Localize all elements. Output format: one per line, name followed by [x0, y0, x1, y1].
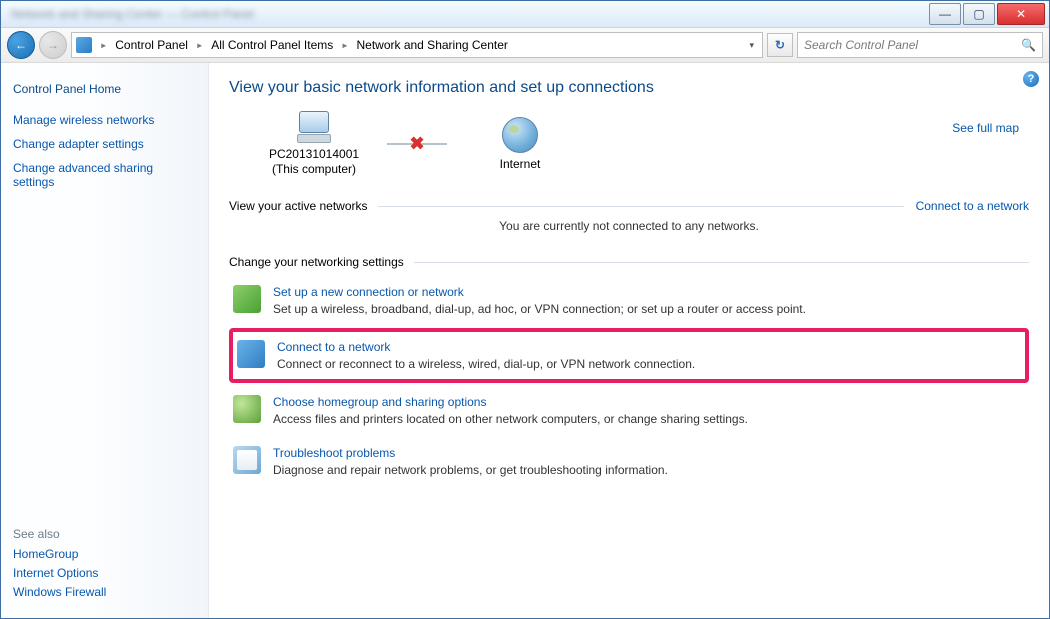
breadcrumb-network-sharing[interactable]: Network and Sharing Center: [352, 37, 511, 53]
connection-line: ✖: [387, 143, 447, 145]
option-title: Choose homegroup and sharing options: [273, 395, 748, 409]
disconnected-icon: ✖: [409, 134, 424, 155]
connect-to-network-link[interactable]: Connect to a network: [916, 199, 1029, 213]
control-panel-icon: [76, 37, 92, 53]
control-panel-home-link[interactable]: Control Panel Home: [13, 82, 196, 96]
globe-icon: [502, 117, 538, 153]
node-internet: Internet: [455, 117, 585, 172]
option-connect-network[interactable]: Connect to a network Connect or reconnec…: [229, 328, 1029, 383]
option-title: Set up a new connection or network: [273, 285, 806, 299]
nav-toolbar: ← → ▸ Control Panel ▸ All Control Panel …: [1, 28, 1049, 63]
breadcrumb-control-panel[interactable]: Control Panel: [111, 37, 192, 53]
window-buttons: — ▢ ✕: [929, 3, 1045, 25]
option-desc: Access files and printers located on oth…: [273, 412, 748, 426]
internet-options-link[interactable]: Internet Options: [13, 566, 196, 580]
network-map: PC20131014001 (This computer) ✖ Internet: [249, 111, 1029, 177]
window-title: Network and Sharing Center — Control Pan…: [1, 7, 929, 21]
option-homegroup[interactable]: Choose homegroup and sharing options Acc…: [229, 385, 1029, 436]
close-button[interactable]: ✕: [997, 3, 1045, 25]
search-input[interactable]: Search Control Panel 🔍: [797, 32, 1043, 58]
chevron-right-icon: ▸: [98, 38, 109, 52]
divider: [378, 206, 904, 207]
search-icon[interactable]: 🔍: [1021, 38, 1036, 52]
computer-icon: [295, 111, 333, 143]
forward-button: →: [39, 31, 67, 59]
window-frame: Network and Sharing Center — Control Pan…: [0, 0, 1050, 619]
body: Control Panel Home Manage wireless netwo…: [1, 63, 1049, 618]
option-troubleshoot[interactable]: Troubleshoot problems Diagnose and repai…: [229, 436, 1029, 487]
content-area: ? View your basic network information an…: [209, 63, 1049, 618]
change-settings-header: Change your networking settings: [229, 255, 404, 269]
windows-firewall-link[interactable]: Windows Firewall: [13, 585, 196, 599]
change-adapter-link[interactable]: Change adapter settings: [13, 137, 196, 151]
settings-list: Set up a new connection or network Set u…: [229, 275, 1029, 487]
manage-wireless-link[interactable]: Manage wireless networks: [13, 113, 196, 127]
option-desc: Set up a wireless, broadband, dial-up, a…: [273, 302, 806, 316]
active-networks-header-row: View your active networks Connect to a n…: [229, 199, 1029, 213]
change-settings-header-row: Change your networking settings: [229, 255, 1029, 269]
breadcrumb-all-items[interactable]: All Control Panel Items: [207, 37, 337, 53]
back-button[interactable]: ←: [7, 31, 35, 59]
option-title: Troubleshoot problems: [273, 446, 668, 460]
see-also-section: See also HomeGroup Internet Options Wind…: [13, 527, 196, 604]
node-internet-label: Internet: [500, 157, 541, 172]
search-placeholder: Search Control Panel: [804, 38, 918, 52]
option-title: Connect to a network: [277, 340, 695, 354]
see-also-header: See also: [13, 527, 196, 541]
maximize-button[interactable]: ▢: [963, 3, 995, 25]
titlebar: Network and Sharing Center — Control Pan…: [1, 1, 1049, 28]
address-dropdown-icon[interactable]: ▾: [745, 40, 758, 51]
divider: [414, 262, 1029, 263]
chevron-right-icon: ▸: [339, 38, 350, 52]
option-desc: Diagnose and repair network problems, or…: [273, 463, 668, 477]
change-advanced-sharing-link[interactable]: Change advanced sharing settings: [13, 161, 196, 189]
not-connected-text: You are currently not connected to any n…: [229, 219, 1029, 233]
node-this-computer: PC20131014001 (This computer): [249, 111, 379, 177]
connect-network-icon: [237, 340, 265, 368]
sidebar: Control Panel Home Manage wireless netwo…: [1, 63, 209, 618]
troubleshoot-icon: [233, 446, 261, 474]
setup-connection-icon: [233, 285, 261, 313]
help-icon[interactable]: ?: [1023, 71, 1039, 87]
chevron-right-icon: ▸: [194, 38, 205, 52]
see-full-map-link[interactable]: See full map: [952, 121, 1019, 135]
address-bar[interactable]: ▸ Control Panel ▸ All Control Panel Item…: [71, 32, 763, 58]
homegroup-link[interactable]: HomeGroup: [13, 547, 196, 561]
refresh-button[interactable]: ↻: [767, 33, 793, 57]
homegroup-icon: [233, 395, 261, 423]
option-desc: Connect or reconnect to a wireless, wire…: [277, 357, 695, 371]
active-networks-header: View your active networks: [229, 199, 368, 213]
option-setup-connection[interactable]: Set up a new connection or network Set u…: [229, 275, 1029, 326]
node-pc-label: PC20131014001 (This computer): [269, 147, 359, 177]
page-title: View your basic network information and …: [229, 79, 1029, 97]
minimize-button[interactable]: —: [929, 3, 961, 25]
